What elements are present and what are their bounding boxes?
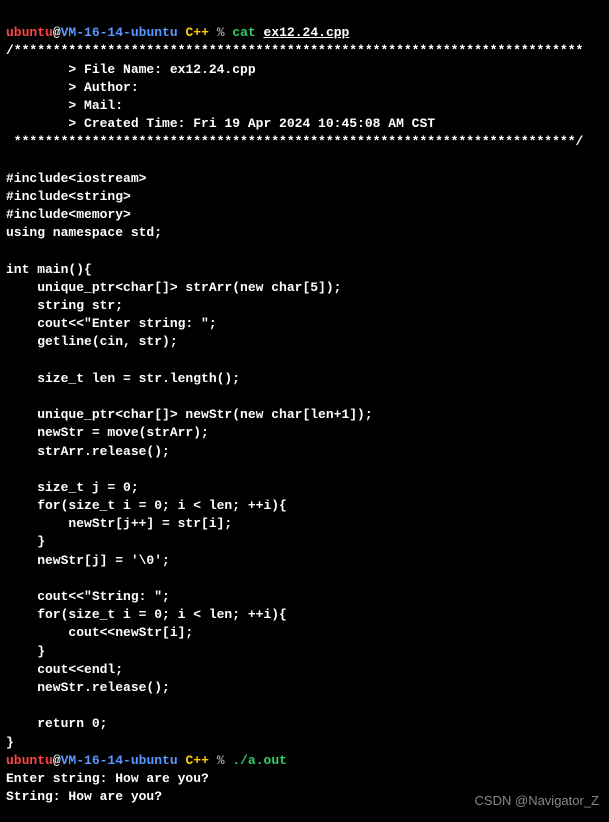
code-line: } <box>6 735 14 750</box>
code-line: getline(cin, str); <box>6 334 178 349</box>
file-header-author: > Author: <box>6 80 146 95</box>
terminal-output: ubuntu@VM-16-14-ubuntu C++ % cat ex12.24… <box>6 6 603 806</box>
code-line: cout<<endl; <box>6 662 123 677</box>
cmd-exec: ./a.out <box>232 753 287 768</box>
code-line: cout<<"Enter string: "; <box>6 316 217 331</box>
file-header-mail: > Mail: <box>6 98 131 113</box>
code-line: for(size_t i = 0; i < len; ++i){ <box>6 607 287 622</box>
file-header-bottom: ****************************************… <box>6 134 583 149</box>
code-line: size_t len = str.length(); <box>6 371 240 386</box>
code-line: return 0; <box>6 716 107 731</box>
prompt-at: @ <box>53 25 61 40</box>
prompt-line-1[interactable]: ubuntu@VM-16-14-ubuntu C++ % cat ex12.24… <box>6 25 349 40</box>
code-line: #include<iostream> <box>6 171 146 186</box>
prompt-dir: C++ <box>185 753 208 768</box>
prompt-host: VM-16-14-ubuntu <box>61 25 178 40</box>
code-line: string str; <box>6 298 123 313</box>
prompt-percent: % <box>217 753 225 768</box>
prompt-user: ubuntu <box>6 753 53 768</box>
program-output: Enter string: How are you? <box>6 771 209 786</box>
code-line: newStr[j] = '\0'; <box>6 553 170 568</box>
code-line: #include<memory> <box>6 207 131 222</box>
code-line: } <box>6 534 45 549</box>
code-line: cout<<"String: "; <box>6 589 170 604</box>
watermark: CSDN @Navigator_Z <box>475 792 599 810</box>
prompt-at: @ <box>53 753 61 768</box>
code-line: newStr[j++] = str[i]; <box>6 516 232 531</box>
code-line: int main(){ <box>6 262 92 277</box>
file-header-top: /***************************************… <box>6 43 583 58</box>
prompt-user: ubuntu <box>6 25 53 40</box>
code-line: strArr.release(); <box>6 444 170 459</box>
code-line: #include<string> <box>6 189 131 204</box>
cmd-cat: cat <box>232 25 255 40</box>
code-line: newStr = move(strArr); <box>6 425 209 440</box>
code-line: cout<<newStr[i]; <box>6 625 193 640</box>
prompt-line-2[interactable]: ubuntu@VM-16-14-ubuntu C++ % ./a.out <box>6 753 287 768</box>
program-output: String: How are you? <box>6 789 162 804</box>
code-line: for(size_t i = 0; i < len; ++i){ <box>6 498 287 513</box>
code-line: unique_ptr<char[]> newStr(new char[len+1… <box>6 407 373 422</box>
code-line: newStr.release(); <box>6 680 170 695</box>
file-header-created: > Created Time: Fri 19 Apr 2024 10:45:08… <box>6 116 435 131</box>
prompt-host: VM-16-14-ubuntu <box>61 753 178 768</box>
prompt-percent: % <box>217 25 225 40</box>
code-line: } <box>6 644 45 659</box>
code-line: using namespace std; <box>6 225 162 240</box>
file-header-filename: > File Name: ex12.24.cpp <box>6 62 256 77</box>
code-line: unique_ptr<char[]> strArr(new char[5]); <box>6 280 341 295</box>
code-line: size_t j = 0; <box>6 480 139 495</box>
cmd-filename: ex12.24.cpp <box>264 25 350 40</box>
prompt-dir: C++ <box>185 25 208 40</box>
